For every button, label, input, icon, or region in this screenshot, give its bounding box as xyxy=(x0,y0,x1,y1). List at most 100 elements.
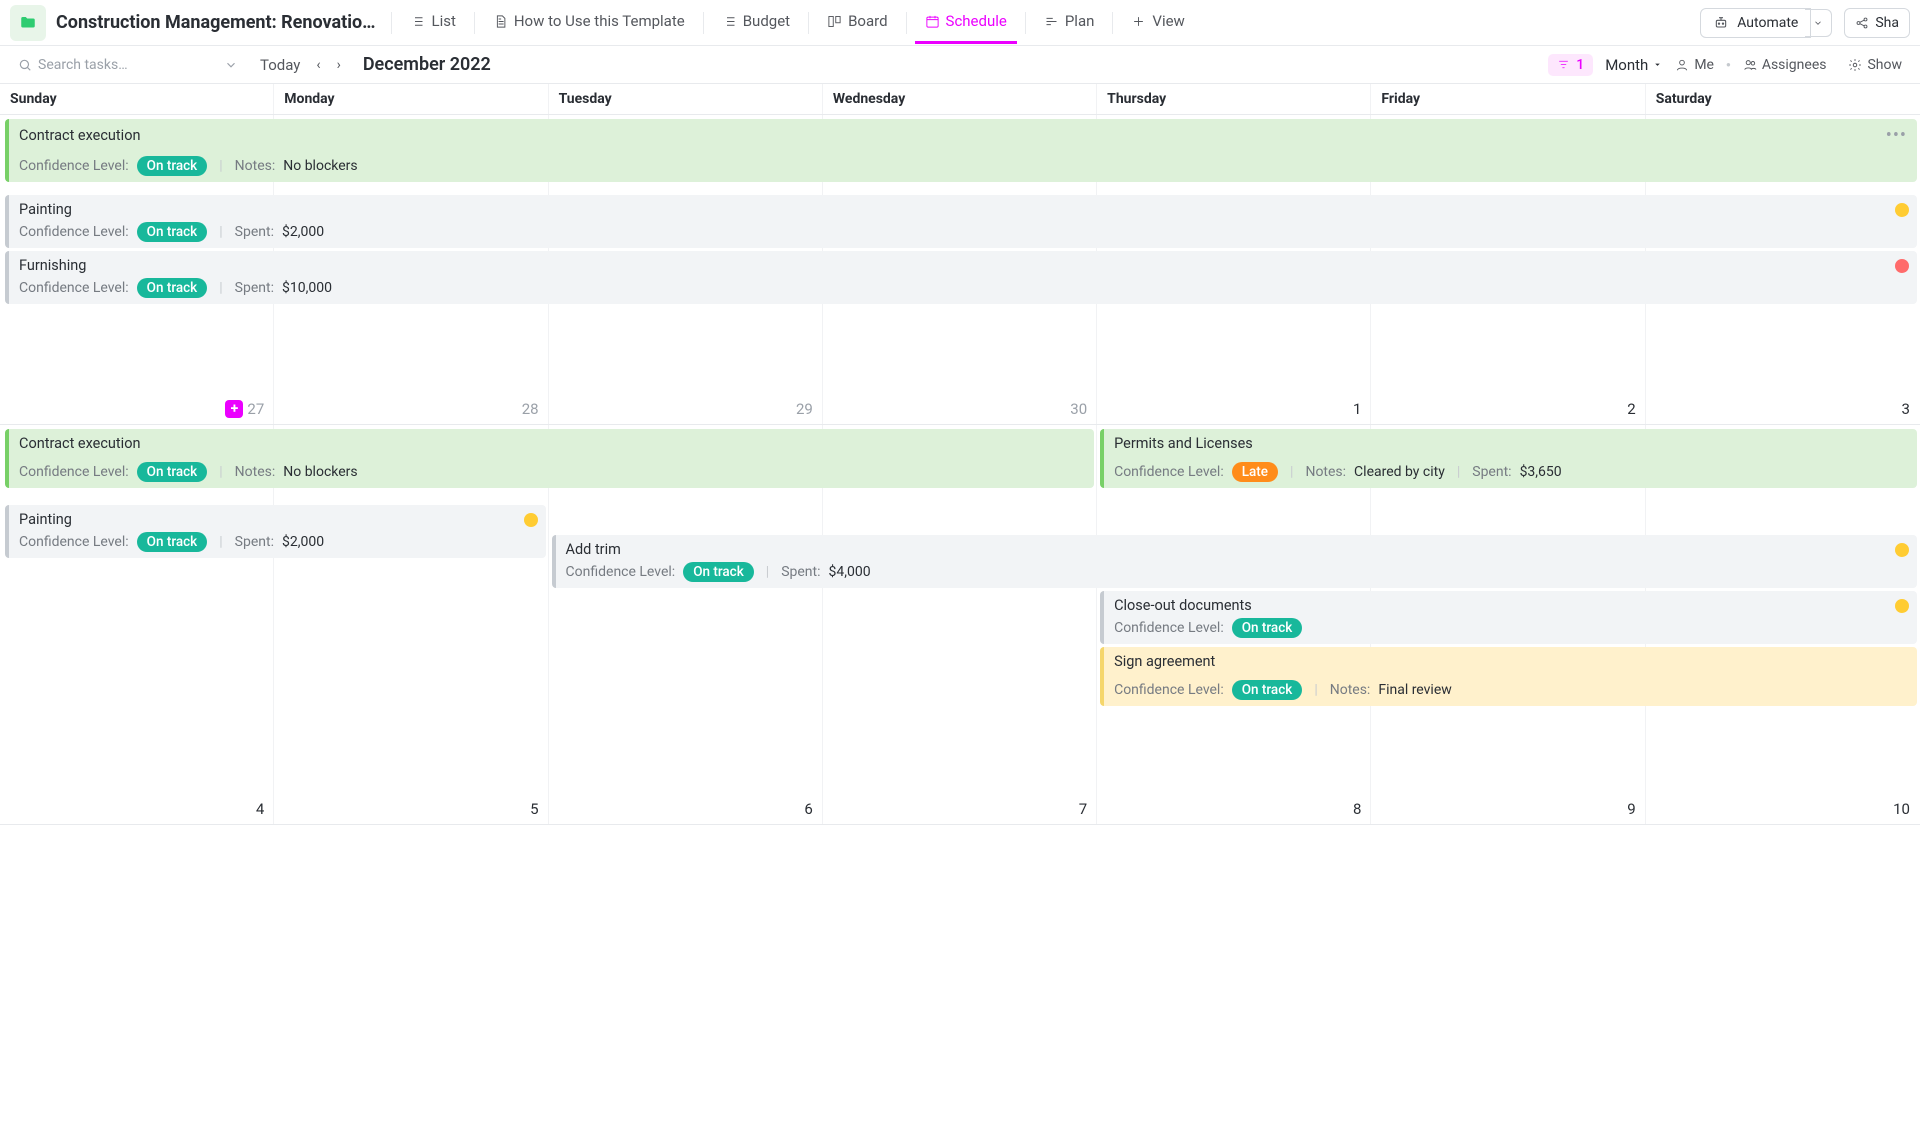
meta-label: Notes: xyxy=(235,464,276,480)
tab-schedule[interactable]: Schedule xyxy=(915,2,1017,44)
status-dot-icon xyxy=(524,513,538,527)
date-cell[interactable]: 6 xyxy=(549,800,823,820)
event-meta: Confidence Level: On track | Notes: No b… xyxy=(19,156,1917,176)
status-dot-icon xyxy=(1895,599,1909,613)
meta-label: Spent: xyxy=(781,564,820,580)
divider xyxy=(808,12,809,34)
today-button[interactable]: Today xyxy=(260,56,300,74)
me-filter[interactable]: Me xyxy=(1675,57,1714,73)
calendar-body: Contract execution ••• Confidence Level:… xyxy=(0,115,1920,1121)
meta-label: Confidence Level: xyxy=(566,564,676,580)
date-cell[interactable]: 8 xyxy=(1097,800,1371,820)
date-cell[interactable]: 2 xyxy=(1371,400,1645,420)
me-label: Me xyxy=(1694,57,1714,73)
automate-button[interactable]: Automate xyxy=(1700,8,1811,38)
event-meta: Confidence Level: On track | Spent: $2,0… xyxy=(19,222,1917,242)
day-header: Friday xyxy=(1371,84,1645,114)
day-header: Thursday xyxy=(1097,84,1371,114)
assignees-filter[interactable]: Assignees xyxy=(1743,57,1827,73)
tab-list[interactable]: List xyxy=(400,2,465,44)
date-cell[interactable]: 4 xyxy=(0,800,274,820)
page-title[interactable]: Construction Management: Renovatio… xyxy=(56,12,375,33)
event-title: Painting xyxy=(19,201,72,218)
event-meta: Confidence Level: On track | Spent: $10,… xyxy=(19,278,1917,298)
show-toggle[interactable]: Show xyxy=(1848,57,1902,73)
divider xyxy=(474,12,475,34)
meta-label: Notes: xyxy=(1305,464,1346,480)
calendar-week-row: Contract execution Confidence Level: On … xyxy=(0,425,1920,825)
meta-value: Final review xyxy=(1378,682,1451,698)
filter-indicator[interactable]: 1 xyxy=(1548,54,1593,76)
next-button[interactable]: › xyxy=(333,55,345,75)
day-header: Wednesday xyxy=(823,84,1097,114)
divider xyxy=(703,12,704,34)
view-range-dropdown[interactable]: Month xyxy=(1605,56,1663,74)
date-cell[interactable]: 28 xyxy=(274,400,548,420)
automate-dropdown[interactable] xyxy=(1805,9,1832,37)
day-header: Monday xyxy=(274,84,548,114)
date-cell[interactable]: 1 xyxy=(1097,400,1371,420)
status-badge: On track xyxy=(137,156,208,176)
plan-icon xyxy=(1044,14,1059,29)
search-input[interactable]: Search tasks… xyxy=(18,57,238,73)
event-contract-execution[interactable]: Contract execution ••• Confidence Level:… xyxy=(5,119,1917,182)
share-button[interactable]: Sha xyxy=(1844,8,1910,38)
meta-label: Confidence Level: xyxy=(1114,464,1224,480)
gear-icon xyxy=(1848,58,1862,72)
tab-label: Schedule xyxy=(946,12,1007,30)
date-cell[interactable]: 29 xyxy=(549,400,823,420)
status-badge: On track xyxy=(137,278,208,298)
event-add-trim[interactable]: Add trim Confidence Level: On track | Sp… xyxy=(552,535,1917,588)
meta-value: No blockers xyxy=(283,464,357,480)
meta-label: Spent: xyxy=(235,534,274,550)
date-cell[interactable]: 10 xyxy=(1646,800,1920,820)
event-menu-icon[interactable]: ••• xyxy=(1886,125,1917,146)
event-title: Close-out documents xyxy=(1114,597,1252,614)
status-badge: On track xyxy=(137,462,208,482)
status-badge: On track xyxy=(683,562,754,582)
tab-add-view[interactable]: View xyxy=(1121,2,1194,44)
list-icon xyxy=(722,14,737,29)
current-month: December 2022 xyxy=(363,54,491,75)
status-badge: Late xyxy=(1232,462,1278,482)
robot-icon xyxy=(1713,15,1729,31)
tab-board[interactable]: Board xyxy=(817,2,897,44)
automate-label: Automate xyxy=(1737,15,1798,31)
event-title: Permits and Licenses xyxy=(1114,435,1253,452)
event-painting[interactable]: Painting Confidence Level: On track | Sp… xyxy=(5,505,546,558)
share-icon xyxy=(1855,16,1869,30)
add-event-icon[interactable]: + xyxy=(225,400,243,418)
event-closeout-documents[interactable]: Close-out documents Confidence Level: On… xyxy=(1100,591,1917,644)
person-icon xyxy=(1675,58,1689,72)
doc-icon xyxy=(493,14,508,29)
filter-count: 1 xyxy=(1576,57,1584,73)
meta-label: Confidence Level: xyxy=(1114,682,1224,698)
event-sign-agreement[interactable]: Sign agreement Confidence Level: On trac… xyxy=(1100,647,1917,706)
event-painting[interactable]: Painting Confidence Level: On track | Sp… xyxy=(5,195,1917,248)
tab-howto[interactable]: How to Use this Template xyxy=(483,2,695,44)
show-label: Show xyxy=(1867,57,1902,73)
date-cell[interactable]: 9 xyxy=(1371,800,1645,820)
status-badge: On track xyxy=(1232,680,1303,700)
chevron-down-icon[interactable] xyxy=(224,58,238,72)
date-cell[interactable]: 7 xyxy=(823,800,1097,820)
tab-label: Budget xyxy=(743,12,790,30)
date-cell[interactable]: 30 xyxy=(823,400,1097,420)
tab-budget[interactable]: Budget xyxy=(712,2,800,44)
event-permits-licenses[interactable]: Permits and Licenses Confidence Level: L… xyxy=(1100,429,1917,488)
event-title: Painting xyxy=(19,511,72,528)
meta-label: Confidence Level: xyxy=(19,280,129,296)
meta-value: $2,000 xyxy=(282,534,324,550)
tab-label: Board xyxy=(848,12,887,30)
date-cell[interactable]: 5 xyxy=(274,800,548,820)
date-cell[interactable]: 3 xyxy=(1646,400,1920,420)
date-cell[interactable]: +27 xyxy=(0,400,274,420)
divider xyxy=(1112,12,1113,34)
tab-plan[interactable]: Plan xyxy=(1034,2,1105,44)
event-furnishing[interactable]: Furnishing Confidence Level: On track | … xyxy=(5,251,1917,304)
tab-label: How to Use this Template xyxy=(514,12,685,30)
meta-label: Notes: xyxy=(1330,682,1371,698)
event-contract-execution[interactable]: Contract execution Confidence Level: On … xyxy=(5,429,1094,488)
calendar-toolbar: Search tasks… Today ‹ › December 2022 1 … xyxy=(0,46,1920,84)
prev-button[interactable]: ‹ xyxy=(312,55,324,75)
